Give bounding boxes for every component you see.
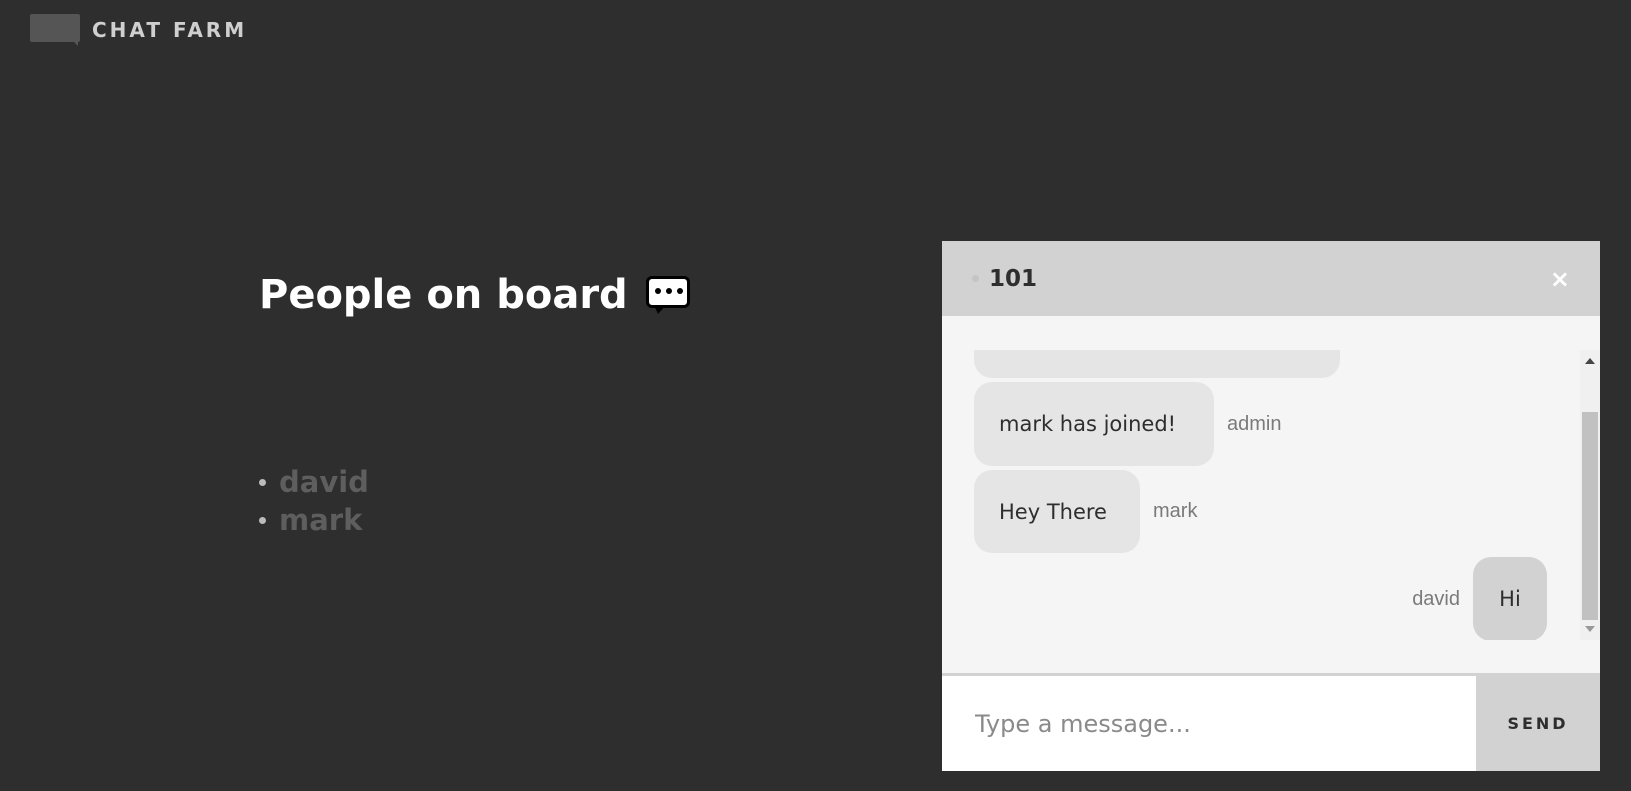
people-list: david mark bbox=[259, 463, 369, 539]
message-composer: SEND bbox=[942, 673, 1600, 771]
message-input[interactable] bbox=[942, 676, 1476, 771]
scrollbar[interactable] bbox=[1580, 350, 1600, 640]
close-icon[interactable]: × bbox=[1550, 265, 1570, 293]
message-bubble bbox=[974, 350, 1340, 378]
bullet-icon bbox=[259, 516, 266, 524]
message-author: admin bbox=[1227, 412, 1282, 435]
message-item-own: david Hi bbox=[1412, 557, 1547, 640]
message-item: Hey There mark bbox=[974, 470, 1197, 553]
message-list[interactable]: mark has joined! admin Hey There mark da… bbox=[942, 350, 1600, 640]
message-bubble: mark has joined! bbox=[974, 382, 1214, 466]
message-author: david bbox=[1412, 587, 1460, 610]
bullet-icon bbox=[259, 478, 266, 486]
chat-header: 101 × bbox=[942, 241, 1600, 316]
message-bubble: Hi bbox=[1473, 557, 1547, 640]
message-author: mark bbox=[1153, 500, 1198, 522]
chat-window: 101 × mark has joined! admin Hey There m… bbox=[942, 241, 1600, 771]
chat-bubble-icon bbox=[30, 14, 80, 46]
message-item bbox=[974, 350, 1340, 378]
people-heading: People on board bbox=[259, 272, 690, 318]
app-title: CHAT FARM bbox=[92, 18, 248, 42]
status-dot-icon bbox=[972, 275, 979, 282]
send-button[interactable]: SEND bbox=[1476, 676, 1600, 771]
person-item: david bbox=[259, 463, 369, 501]
message-bubble: Hey There bbox=[974, 470, 1140, 553]
room-label: 101 bbox=[972, 266, 1037, 292]
scroll-down-icon[interactable] bbox=[1585, 626, 1595, 632]
room-name: 101 bbox=[989, 265, 1038, 292]
app-logo: CHAT FARM bbox=[30, 14, 247, 46]
person-item: mark bbox=[259, 501, 369, 539]
people-title: People on board bbox=[259, 272, 628, 318]
message-item: mark has joined! admin bbox=[974, 382, 1281, 466]
scroll-up-icon[interactable] bbox=[1585, 358, 1595, 364]
scrollbar-thumb[interactable] bbox=[1582, 412, 1598, 620]
speech-balloon-icon bbox=[645, 276, 690, 314]
